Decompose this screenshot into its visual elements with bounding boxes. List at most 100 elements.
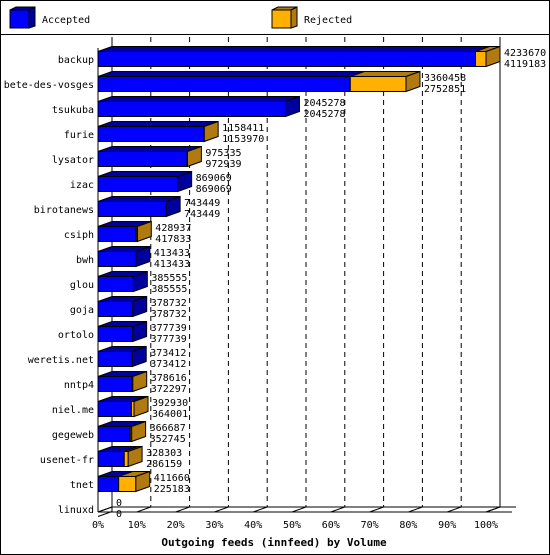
category-label: bete-des-vosges — [4, 80, 94, 91]
legend-item-rejected: Rejected — [271, 6, 352, 29]
bar-accepted-top — [97, 146, 202, 152]
category-label: goja — [70, 305, 94, 316]
value-label-total: 975335 — [205, 148, 241, 159]
x-tick-labels: 0% 10% 20% 30% 40% 50% 60% 70% 80% 90% 100% — [92, 520, 498, 531]
floor-tick — [253, 506, 268, 513]
category-labels: backup bete-des-vosges tsukuba furie lysator… — [4, 55, 94, 516]
value-label-accepted: 869069 — [196, 184, 232, 195]
x-axis-title: Outgoing feeds (innfeed) by Volume — [161, 536, 387, 549]
bar-accepted-top — [97, 46, 490, 52]
value-label-total: 413433 — [154, 248, 190, 259]
value-label-accepted: 377739 — [151, 334, 187, 345]
bar-accepted — [97, 176, 179, 192]
legend-swatch-rejected — [271, 9, 292, 29]
x-tick-label: 90% — [438, 520, 456, 531]
bar-accepted — [97, 426, 131, 442]
bar-group — [97, 370, 148, 393]
legend-swatch-rejected-side — [290, 6, 298, 29]
value-label-accepted: 2752851 — [424, 84, 466, 95]
legend-item-accepted: Accepted — [9, 6, 90, 29]
value-label-accepted: 286159 — [146, 459, 182, 470]
category-label: ortolo — [58, 330, 94, 341]
bar-accepted-top — [97, 96, 300, 102]
bar-group — [97, 95, 300, 118]
value-label-total: 3360458 — [424, 73, 466, 84]
legend-label-rejected: Rejected — [304, 15, 352, 26]
category-label: usenet-fr — [40, 455, 94, 466]
value-label-total: 378732 — [151, 298, 187, 309]
bar-accepted — [97, 101, 286, 117]
floor-tick — [214, 506, 229, 513]
x-tick-label: 30% — [205, 520, 223, 531]
bar-accepted — [97, 276, 134, 292]
x-tick-label: 0% — [92, 520, 104, 531]
category-label: backup — [58, 55, 94, 66]
bar-group — [97, 145, 202, 168]
category-label: izac — [70, 180, 94, 191]
value-label-accepted: 372297 — [151, 384, 187, 395]
bar-group — [97, 245, 151, 268]
bar-group — [97, 45, 501, 68]
category-label: linuxd — [58, 505, 94, 516]
bar-rejected — [118, 476, 137, 492]
bar-accepted — [97, 226, 137, 242]
bar-rejected — [130, 401, 135, 417]
floor-tick — [330, 506, 345, 513]
bar-accepted — [97, 476, 120, 492]
floor-tick — [175, 506, 190, 513]
bar-accepted — [97, 401, 132, 417]
value-label-total: 328303 — [146, 448, 182, 459]
value-label-total: 869069 — [196, 173, 232, 184]
x-tick-label: 40% — [244, 520, 262, 531]
value-label-total: 385555 — [151, 273, 187, 284]
value-label-total: 0 — [116, 498, 122, 509]
x-tick-label: 80% — [399, 520, 417, 531]
value-label-total: 411660 — [154, 473, 190, 484]
bar-accepted-top — [97, 71, 365, 77]
value-labels: 42336704119183 33604582752851 204527820452… — [116, 48, 546, 520]
x-tick-label: 60% — [322, 520, 340, 531]
legend-label-accepted: Accepted — [42, 15, 90, 26]
value-label-total: 392930 — [152, 398, 188, 409]
category-label: lysator — [52, 155, 94, 166]
bar-rejected — [123, 451, 129, 467]
bar-group — [97, 493, 113, 517]
value-label-accepted: 352745 — [150, 434, 186, 445]
value-label-total: 377739 — [151, 323, 187, 334]
x-tick-label: 50% — [283, 520, 301, 531]
category-label: tnet — [70, 480, 94, 491]
bar-accepted-top — [97, 171, 192, 177]
category-label: niel.me — [52, 405, 94, 416]
floor-tick — [485, 506, 501, 513]
bar-accepted — [97, 51, 477, 67]
value-label-total: 2045278 — [303, 98, 345, 109]
category-label: glou — [70, 280, 94, 291]
legend-swatch-accepted-side — [28, 6, 36, 29]
value-label-total: 743449 — [184, 198, 220, 209]
value-label-accepted: 225183 — [154, 484, 190, 495]
bar-group — [97, 170, 193, 193]
bar-accepted — [97, 151, 188, 167]
value-label-accepted: 743449 — [184, 209, 220, 220]
floor-tick — [369, 506, 384, 513]
bar-accepted — [97, 351, 133, 367]
value-label-total: 373412 — [150, 348, 186, 359]
value-label-accepted: 2045278 — [303, 109, 345, 120]
value-label-total: 4233670 — [504, 48, 546, 59]
x-tick-label: 70% — [361, 520, 379, 531]
category-label: weretis.net — [28, 355, 94, 366]
x-tick-label: 10% — [128, 520, 146, 531]
floor-tick — [97, 506, 113, 513]
floor-tick — [408, 506, 423, 513]
legend-swatch-accepted — [9, 9, 30, 29]
bar-accepted — [97, 126, 205, 142]
bar-group — [97, 70, 421, 93]
floor-tick — [447, 506, 462, 513]
bar-group — [97, 345, 147, 368]
value-label-accepted: 972939 — [205, 159, 241, 170]
value-label-total: 1158411 — [222, 123, 264, 134]
category-label: nntp4 — [64, 380, 94, 391]
bar-accepted — [97, 76, 351, 92]
bar-group — [97, 320, 148, 343]
value-label-accepted: 378732 — [151, 309, 187, 320]
